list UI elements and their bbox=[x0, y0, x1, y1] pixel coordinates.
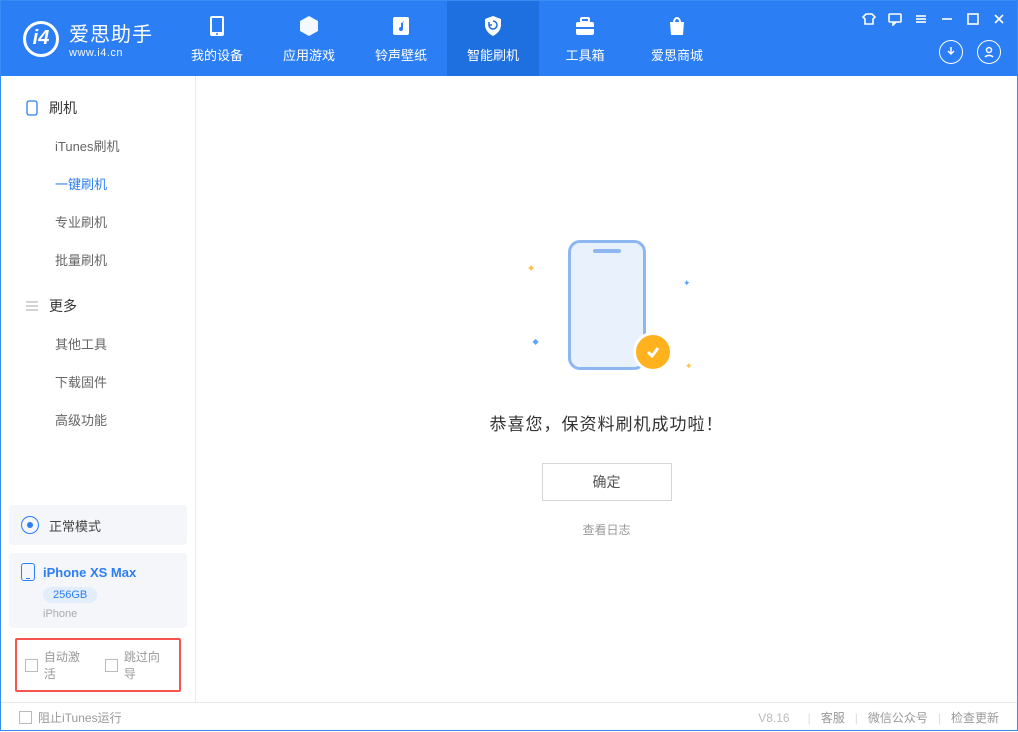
nav-toolbox[interactable]: 工具箱 bbox=[539, 1, 631, 76]
sparkle-icon: ✦ bbox=[683, 278, 691, 289]
app-name: 爱思助手 bbox=[69, 18, 153, 47]
checkbox-box bbox=[105, 659, 118, 672]
top-nav: 我的设备 应用游戏 铃声壁纸 智能刷机 工具箱 爱思商城 bbox=[171, 1, 723, 76]
sidebar-group-flash: 刷机 bbox=[1, 90, 195, 126]
nav-label: 铃声壁纸 bbox=[375, 45, 427, 64]
music-note-icon bbox=[388, 13, 414, 39]
device-name: iPhone XS Max bbox=[43, 565, 136, 580]
maximize-button[interactable] bbox=[965, 11, 981, 27]
mode-label: 正常模式 bbox=[49, 516, 101, 535]
sidebar-item-itunes-flash[interactable]: iTunes刷机 bbox=[1, 126, 195, 164]
list-icon bbox=[23, 297, 41, 315]
skin-icon[interactable] bbox=[861, 11, 877, 27]
nav-label: 工具箱 bbox=[565, 45, 604, 64]
device-storage-badge: 256GB bbox=[43, 587, 97, 603]
device-type: iPhone bbox=[43, 608, 175, 620]
device-mode-card[interactable]: 正常模式 bbox=[9, 505, 187, 545]
nav-label: 智能刷机 bbox=[467, 45, 519, 64]
group-label: 更多 bbox=[49, 296, 77, 316]
success-message: 恭喜您，保资料刷机成功啦！ bbox=[490, 410, 724, 435]
checkbox-skip-guide[interactable]: 跳过向导 bbox=[105, 648, 171, 682]
sidebar-item-batch-flash[interactable]: 批量刷机 bbox=[1, 240, 195, 278]
app-url: www.i4.cn bbox=[69, 47, 153, 59]
nav-label: 我的设备 bbox=[191, 45, 243, 64]
sparkle-icon: ◆ bbox=[533, 337, 539, 346]
ok-button[interactable]: 确定 bbox=[542, 463, 672, 501]
checkbox-box bbox=[25, 659, 38, 672]
check-badge-icon bbox=[633, 332, 673, 372]
shield-refresh-icon bbox=[480, 13, 506, 39]
main-content: ✦ ✦ ◆ ✦ 恭喜您，保资料刷机成功啦！ 确定 查看日志 bbox=[196, 76, 1017, 702]
nav-smart-flash[interactable]: 智能刷机 bbox=[447, 1, 539, 76]
feedback-icon[interactable] bbox=[887, 11, 903, 27]
phone-outline-icon bbox=[23, 99, 41, 117]
mode-indicator-icon bbox=[21, 516, 39, 534]
app-logo: i4 爱思助手 www.i4.cn bbox=[1, 18, 171, 59]
footer-link-update[interactable]: 检查更新 bbox=[951, 709, 999, 726]
checkbox-box bbox=[19, 711, 32, 724]
nav-store[interactable]: 爱思商城 bbox=[631, 1, 723, 76]
user-button[interactable] bbox=[977, 40, 1001, 64]
device-icon bbox=[21, 563, 35, 581]
highlighted-checkbox-row: 自动激活 跳过向导 bbox=[15, 638, 181, 692]
phone-icon bbox=[204, 13, 230, 39]
logo-icon: i4 bbox=[23, 21, 59, 57]
nav-label: 爱思商城 bbox=[651, 45, 703, 64]
sidebar-item-download-firmware[interactable]: 下载固件 bbox=[1, 362, 195, 400]
footer-link-support[interactable]: 客服 bbox=[821, 709, 845, 726]
nav-apps-games[interactable]: 应用游戏 bbox=[263, 1, 355, 76]
nav-my-device[interactable]: 我的设备 bbox=[171, 1, 263, 76]
sidebar-group-more: 更多 bbox=[1, 288, 195, 324]
device-card[interactable]: iPhone XS Max 256GB iPhone bbox=[9, 553, 187, 628]
sidebar-item-other-tools[interactable]: 其他工具 bbox=[1, 324, 195, 362]
download-button[interactable] bbox=[939, 40, 963, 64]
group-label: 刷机 bbox=[49, 98, 77, 118]
sparkle-icon: ✦ bbox=[685, 361, 693, 372]
menu-icon[interactable] bbox=[913, 11, 929, 27]
sparkle-icon: ✦ bbox=[527, 262, 536, 275]
success-illustration: ✦ ✦ ◆ ✦ bbox=[547, 240, 667, 380]
view-log-link[interactable]: 查看日志 bbox=[582, 521, 630, 538]
minimize-button[interactable] bbox=[939, 11, 955, 27]
version-label: V8.16 bbox=[758, 711, 789, 725]
sidebar-item-one-click-flash[interactable]: 一键刷机 bbox=[1, 164, 195, 202]
bag-icon bbox=[664, 13, 690, 39]
cube-icon bbox=[296, 13, 322, 39]
checkbox-auto-activate[interactable]: 自动激活 bbox=[25, 648, 91, 682]
close-button[interactable] bbox=[991, 11, 1007, 27]
sidebar-item-pro-flash[interactable]: 专业刷机 bbox=[1, 202, 195, 240]
checkbox-block-itunes[interactable]: 阻止iTunes运行 bbox=[19, 709, 122, 726]
sidebar-item-advanced[interactable]: 高级功能 bbox=[1, 400, 195, 438]
briefcase-icon bbox=[572, 13, 598, 39]
nav-label: 应用游戏 bbox=[283, 45, 335, 64]
footer-link-wechat[interactable]: 微信公众号 bbox=[868, 709, 928, 726]
nav-ringtones-wallpapers[interactable]: 铃声壁纸 bbox=[355, 1, 447, 76]
